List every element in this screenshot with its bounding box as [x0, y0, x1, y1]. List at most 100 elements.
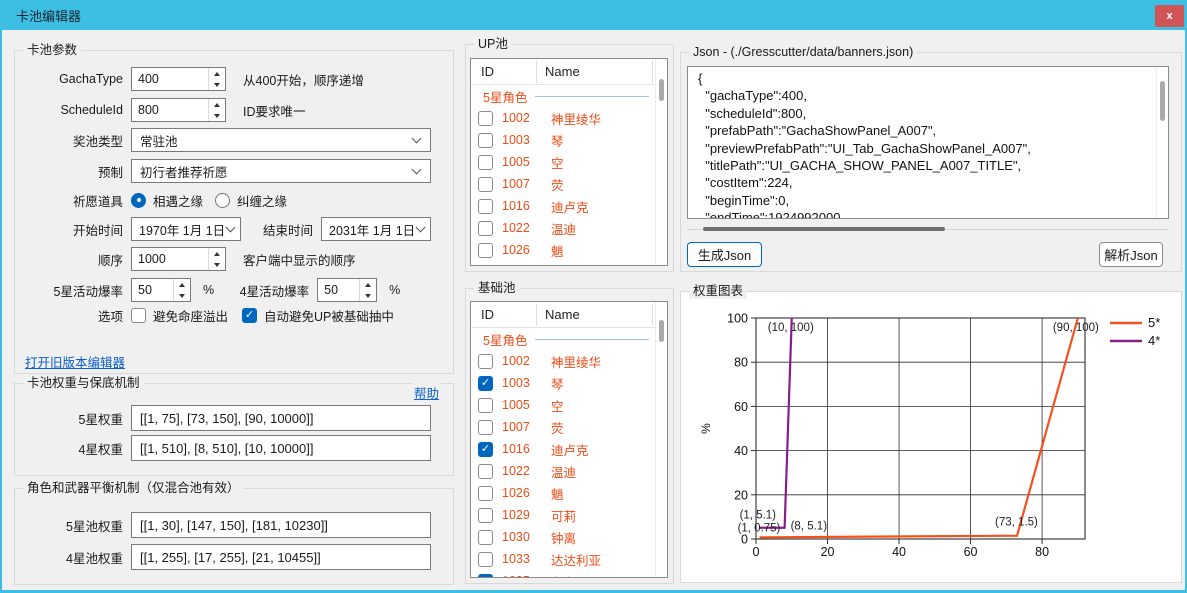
scheduleid-value[interactable]: 800: [132, 99, 208, 121]
rate5-spinner[interactable]: 50: [131, 278, 191, 302]
radio-acquaint-fate[interactable]: [131, 193, 146, 208]
checkbox-avoid-constellation-overflow[interactable]: [131, 308, 146, 323]
list-item[interactable]: 1002神里绫华: [471, 350, 655, 372]
scheduleid-spin-buttons[interactable]: [208, 99, 225, 121]
gachatype-spin-buttons[interactable]: [208, 68, 225, 90]
svg-text:(73, 1.5): (73, 1.5): [995, 517, 1038, 529]
item-checkbox[interactable]: [478, 464, 493, 479]
item-checkbox[interactable]: [478, 486, 493, 501]
spin-up-icon[interactable]: [214, 72, 220, 76]
help-link[interactable]: 帮助: [412, 383, 441, 402]
scrollbar-thumb[interactable]: [659, 79, 664, 101]
item-checkbox[interactable]: [478, 530, 493, 545]
item-checkbox[interactable]: [478, 574, 493, 578]
item-checkbox[interactable]: [478, 354, 493, 369]
spin-down-icon[interactable]: [214, 263, 220, 267]
spin-up-icon[interactable]: [179, 283, 185, 287]
list-item[interactable]: 1005空: [471, 394, 655, 416]
spin-down-icon[interactable]: [214, 114, 220, 118]
item-checkbox[interactable]: [478, 398, 493, 413]
parse-json-button[interactable]: 解析Json: [1099, 242, 1163, 267]
pool-weight5-input[interactable]: [[1, 30], [147, 150], [181, 10230]]: [131, 512, 431, 538]
close-button[interactable]: x: [1155, 5, 1184, 27]
item-checkbox[interactable]: [478, 177, 493, 192]
radio-intertwined-fate-label[interactable]: 纠缠之缘: [237, 191, 287, 210]
item-checkbox[interactable]: [478, 155, 493, 170]
item-checkbox[interactable]: [478, 221, 493, 236]
gachatype-spinner[interactable]: 400: [131, 67, 226, 91]
item-checkbox[interactable]: [478, 111, 493, 126]
up-pool-list[interactable]: IDName5星角色1002神里绫华1003琴1005空1007荧1016迪卢克…: [470, 58, 668, 266]
column-header-id[interactable]: ID: [471, 304, 537, 326]
list-item[interactable]: 1029可莉: [471, 504, 655, 526]
generate-json-button[interactable]: 生成Json: [687, 242, 762, 267]
weight5-input[interactable]: [[1, 75], [73, 150], [90, 10000]]: [131, 405, 431, 431]
rate4-spinner[interactable]: 50: [317, 278, 377, 302]
list-item[interactable]: 1016迪卢克: [471, 438, 655, 460]
open-old-editor-link[interactable]: 打开旧版本编辑器: [25, 352, 125, 371]
list-item[interactable]: 1002神里绫华: [471, 107, 655, 129]
order-value[interactable]: 1000: [132, 248, 208, 270]
list-item[interactable]: 1026魈: [471, 239, 655, 261]
spin-up-icon[interactable]: [214, 103, 220, 107]
order-spinner[interactable]: 1000: [131, 247, 226, 271]
checkbox-auto-avoid-up[interactable]: [242, 308, 257, 323]
checkbox-auto-avoid-up-label[interactable]: 自动避免UP被基础抽中: [264, 306, 394, 325]
rate5-value[interactable]: 50: [132, 279, 173, 301]
item-checkbox[interactable]: [478, 552, 493, 567]
spin-up-icon[interactable]: [214, 252, 220, 256]
list-item[interactable]: 1016迪卢克: [471, 195, 655, 217]
spin-down-icon[interactable]: [214, 83, 220, 87]
item-checkbox[interactable]: [478, 420, 493, 435]
rate4-value[interactable]: 50: [318, 279, 359, 301]
list-item[interactable]: 1030钟离: [471, 526, 655, 548]
scheduleid-spinner[interactable]: 800: [131, 98, 226, 122]
item-checkbox[interactable]: [478, 243, 493, 258]
json-text[interactable]: { "gachaType":400, "scheduleId":800, "pr…: [688, 67, 1155, 218]
scrollbar-thumb[interactable]: [659, 320, 664, 342]
vertical-scrollbar[interactable]: [655, 59, 667, 265]
titlebar[interactable]: 卡池编辑器: [0, 0, 1187, 30]
horizontal-scrollbar[interactable]: [687, 226, 1169, 233]
list-item[interactable]: 1003琴: [471, 372, 655, 394]
preset-select[interactable]: 初行者推荐祈愿: [131, 159, 431, 183]
item-checkbox[interactable]: [478, 199, 493, 214]
base-pool-list[interactable]: IDName5星角色1002神里绫华1003琴1005空1007荧1016迪卢克…: [470, 301, 668, 578]
radio-acquaint-fate-label[interactable]: 相遇之缘: [153, 191, 203, 210]
pool-type-select[interactable]: 常驻池: [131, 128, 431, 152]
list-item[interactable]: 1035七七: [471, 570, 655, 577]
column-header-name[interactable]: Name: [537, 61, 653, 83]
vertical-scrollbar[interactable]: [655, 302, 667, 577]
column-header-id[interactable]: ID: [471, 61, 537, 83]
list-item[interactable]: 1007荧: [471, 173, 655, 195]
list-item[interactable]: 1005空: [471, 151, 655, 173]
vertical-scrollbar[interactable]: [1156, 67, 1168, 218]
list-item[interactable]: 1007荧: [471, 416, 655, 438]
item-checkbox[interactable]: [478, 376, 493, 391]
begin-time-picker[interactable]: 1970年 1月 1日: [131, 217, 241, 241]
rate5-spin-buttons[interactable]: [173, 279, 190, 301]
gachatype-value[interactable]: 400: [132, 68, 208, 90]
end-time-picker[interactable]: 2031年 1月 1日: [321, 217, 431, 241]
checkbox-avoid-constellation-overflow-label[interactable]: 避免命座溢出: [153, 306, 228, 325]
list-item[interactable]: 1026魈: [471, 482, 655, 504]
spin-down-icon[interactable]: [179, 294, 185, 298]
item-checkbox[interactable]: [478, 133, 493, 148]
scrollbar-thumb[interactable]: [1160, 81, 1165, 121]
json-textarea[interactable]: { "gachaType":400, "scheduleId":800, "pr…: [687, 66, 1169, 219]
list-item[interactable]: 1033达达利亚: [471, 548, 655, 570]
column-header-name[interactable]: Name: [537, 304, 653, 326]
order-spin-buttons[interactable]: [208, 248, 225, 270]
radio-intertwined-fate[interactable]: [215, 193, 230, 208]
spin-down-icon[interactable]: [365, 294, 371, 298]
item-checkbox[interactable]: [478, 442, 493, 457]
list-item[interactable]: 1022温迪: [471, 217, 655, 239]
scrollbar-thumb[interactable]: [703, 227, 945, 231]
spin-up-icon[interactable]: [365, 283, 371, 287]
weight4-input[interactable]: [[1, 510], [8, 510], [10, 10000]]: [131, 435, 431, 461]
list-item[interactable]: 1022温迪: [471, 460, 655, 482]
list-item[interactable]: 1003琴: [471, 129, 655, 151]
item-checkbox[interactable]: [478, 508, 493, 523]
rate4-spin-buttons[interactable]: [359, 279, 376, 301]
pool-weight4-input[interactable]: [[1, 255], [17, 255], [21, 10455]]: [131, 544, 431, 570]
